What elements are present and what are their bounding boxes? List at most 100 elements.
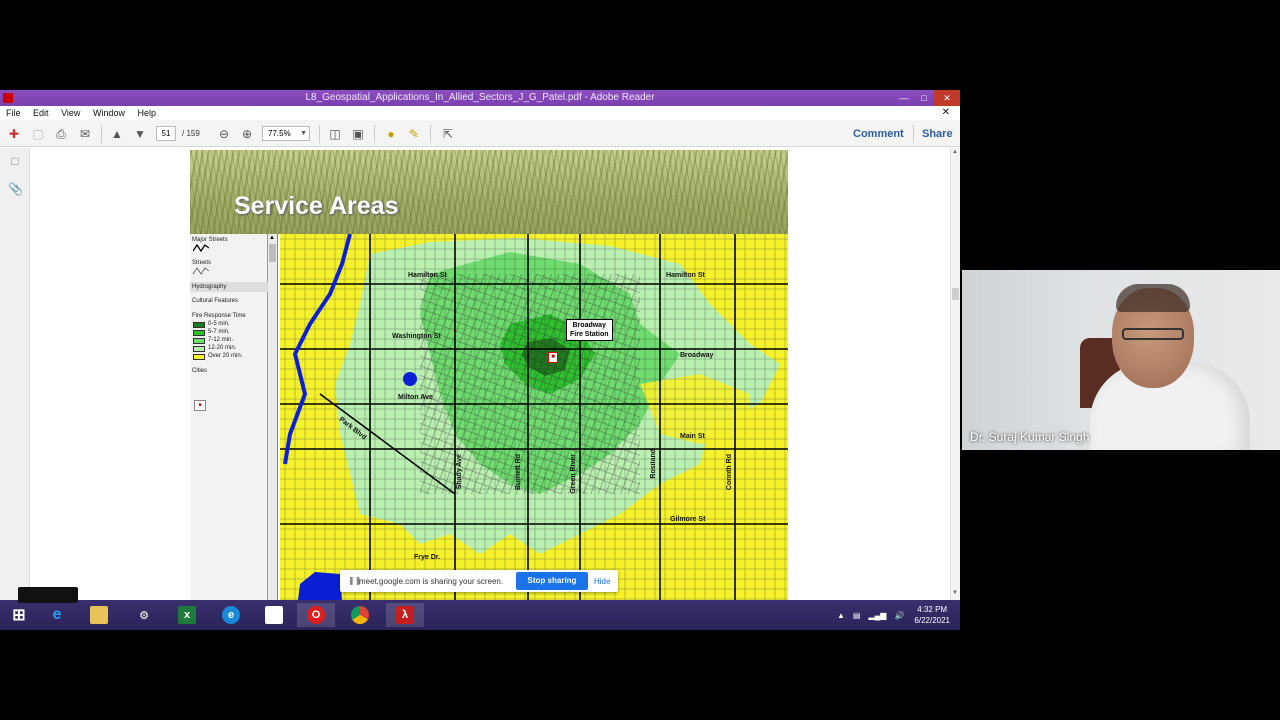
slide-header-banner: Service Areas <box>190 150 788 234</box>
edge-icon: e <box>222 606 240 624</box>
page-number-input[interactable]: 51 <box>156 126 176 141</box>
legend-swatch <box>193 322 205 328</box>
video-person-glasses <box>1122 328 1184 340</box>
map-label-gilmore: Gilmore St <box>670 516 706 523</box>
pdf-page: Service Areas Major Streets Streets Hydr… <box>190 150 788 600</box>
callout-line-2: Fire Station <box>570 331 609 338</box>
taskbar-chrome[interactable] <box>341 603 379 627</box>
legend-swatch-label: 12-20 min. <box>208 345 237 351</box>
system-tray: ▲ ▤ ▂▄▆ 🔊 4:32 PM 6/22/2021 <box>833 600 950 630</box>
file-explorer-icon <box>90 606 108 624</box>
reader-toolbar: ✚ ▢ ⎙ ✉ ▲ ▼ 51 / 159 ⊖ ⊕ 77.5% ▼ ◫ ▣ ● ✎ … <box>0 120 960 147</box>
create-pdf-icon[interactable]: ✚ <box>6 126 22 142</box>
zoom-in-icon[interactable]: ⊕ <box>239 126 255 142</box>
taskbar-excel[interactable]: x <box>168 603 206 627</box>
legend-swatch <box>193 354 205 360</box>
close-document-icon[interactable]: ✕ <box>942 106 950 120</box>
page-total: / 159 <box>182 129 200 138</box>
legend-swatch <box>193 330 205 336</box>
scroll-up-icon[interactable]: ▲ <box>952 149 958 155</box>
clock-date: 6/22/2021 <box>914 616 950 625</box>
taskbar-ie[interactable]: e <box>38 603 76 627</box>
taskbar-opera[interactable]: O <box>297 603 335 627</box>
zoom-value: 77.5% <box>268 129 291 138</box>
zoom-out-icon[interactable]: ⊖ <box>216 126 232 142</box>
legend-swatch-label: 5-7 min. <box>208 329 230 335</box>
taskbar-edge[interactable]: e <box>212 603 250 627</box>
map-label-corinth: Corinth Rd <box>726 454 733 491</box>
page-thumbnails-icon[interactable]: □ <box>8 154 22 168</box>
taskbar-app[interactable]: ⚙ <box>125 603 163 627</box>
legend-major-streets: Major Streets <box>192 237 228 243</box>
windows-logo-icon: ⊞ <box>12 607 26 624</box>
highlight-icon[interactable]: ✎ <box>406 126 422 142</box>
participant-video-tile[interactable]: Dr. Suraj Kumar Singh <box>962 270 1280 450</box>
map-label-rosiland: Rosiland <box>650 449 657 479</box>
zoom-level-select[interactable]: 77.5% ▼ <box>262 126 310 141</box>
next-page-icon[interactable]: ▼ <box>132 126 148 142</box>
menu-help[interactable]: Help <box>137 108 156 118</box>
save-icon[interactable]: ▢ <box>30 126 46 142</box>
map-label-green-river: Green River <box>570 454 577 494</box>
maximize-button[interactable]: □ <box>914 90 934 106</box>
map-label-burnett: Burnett Rd <box>515 454 522 491</box>
map-label-frye: Frye Dr. <box>414 554 441 561</box>
slide-title: Service Areas <box>234 192 399 220</box>
fire-station-callout: Broadway Fire Station <box>566 319 613 341</box>
share-message: meet.google.com is sharing your screen. <box>359 577 504 586</box>
fit-width-icon[interactable]: ▣ <box>350 126 366 142</box>
major-streets-symbol <box>193 244 209 252</box>
taskbar-clock[interactable]: 4:32 PM 6/22/2021 <box>914 604 950 626</box>
navigation-pane: □ 📎 <box>0 148 30 600</box>
close-window-button[interactable]: ✕ <box>934 90 960 106</box>
share-pane-button[interactable]: Share <box>922 128 953 140</box>
print-icon[interactable]: ⎙ <box>53 126 69 142</box>
previous-page-icon[interactable]: ▲ <box>109 126 125 142</box>
full-screen-icon[interactable]: ⇱ <box>440 126 456 142</box>
comment-pane-button[interactable]: Comment <box>853 128 904 140</box>
attachments-icon[interactable]: 📎 <box>8 182 23 196</box>
legend-scrollbar[interactable]: ▲ <box>268 234 278 600</box>
map-label-broadway: Broadway <box>680 352 714 359</box>
reader-title-bar: L8_Geospatial_Applications_In_Allied_Sec… <box>0 90 960 106</box>
legend-cultural-features: Cultural Features <box>192 298 239 304</box>
stop-sharing-button[interactable]: Stop sharing <box>516 572 588 590</box>
legend-swatch-label: Over 20 min. <box>208 353 243 359</box>
map-label-main: Main St <box>680 433 705 440</box>
map-drawing <box>280 234 788 600</box>
signal-icon[interactable]: ▂▄▆ <box>868 611 886 620</box>
scroll-up-icon[interactable]: ▲ <box>269 235 275 241</box>
network-icon[interactable]: ▤ <box>853 611 861 620</box>
scroll-down-icon[interactable]: ▼ <box>952 590 958 596</box>
taskbar-acrobat[interactable]: λ <box>386 603 424 627</box>
taskbar-explorer[interactable] <box>80 603 118 627</box>
menu-window[interactable]: Window <box>93 108 125 118</box>
map-label-shady: Shady Ave <box>456 454 463 490</box>
chevron-down-icon: ▼ <box>300 130 307 137</box>
participant-name: Dr. Suraj Kumar Singh <box>970 430 1090 444</box>
document-icon <box>265 606 283 624</box>
legend-swatch-label: 0-5 min. <box>208 321 230 327</box>
fire-station-legend-icon: ■ <box>194 400 206 411</box>
hide-banner-button[interactable]: Hide <box>594 577 610 586</box>
sticky-note-icon[interactable]: ● <box>383 126 399 142</box>
menu-view[interactable]: View <box>61 108 80 118</box>
menu-edit[interactable]: Edit <box>33 108 49 118</box>
tray-overflow-icon[interactable]: ▲ <box>837 611 845 620</box>
fire-station-icon: ■ <box>548 352 558 363</box>
start-button[interactable]: ⊞ <box>0 603 38 627</box>
menu-file[interactable]: File <box>6 108 21 118</box>
scrollbar-thumb[interactable] <box>952 288 959 300</box>
volume-icon[interactable]: 🔊 <box>894 611 904 620</box>
map-label-milton: Milton Ave <box>398 394 433 401</box>
email-icon[interactable]: ✉ <box>77 126 93 142</box>
document-scrollbar[interactable]: ▲ ▼ <box>950 148 960 600</box>
map-legend: Major Streets Streets Hydrography Cultur… <box>190 234 268 600</box>
adobe-reader-icon <box>3 93 13 103</box>
fit-page-icon[interactable]: ◫ <box>327 126 343 142</box>
window-title: L8_Geospatial_Applications_In_Allied_Sec… <box>305 92 655 103</box>
map-label-hamilton-west: Hamilton St <box>408 272 447 279</box>
taskbar-file[interactable] <box>255 603 293 627</box>
minimize-button[interactable]: — <box>894 90 914 106</box>
legend-scroll-thumb[interactable] <box>269 244 276 262</box>
